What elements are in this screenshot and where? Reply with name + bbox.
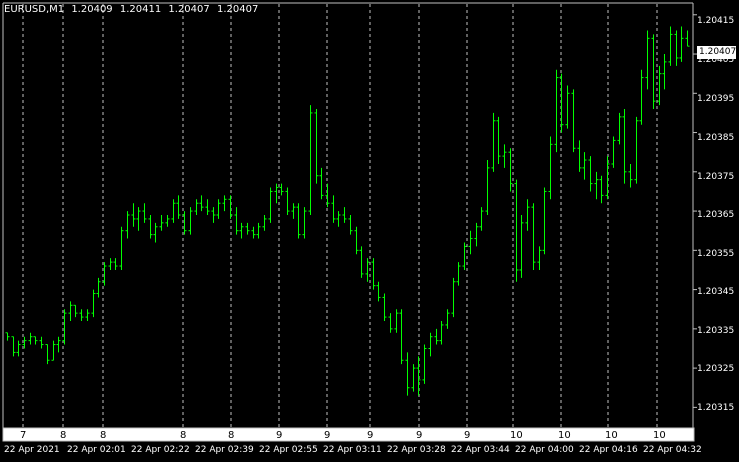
price-tick-label: 1.20355 (697, 249, 735, 259)
price-tick-label: 1.20385 (697, 133, 735, 143)
corner-mark: # (696, 430, 705, 441)
time-tick-label: 22 Apr 03:44 (451, 445, 510, 455)
time-tick-label: 22 Apr 02:01 (67, 445, 126, 455)
time-tick-label: 22 Apr 02:22 (131, 445, 190, 455)
symbol-label: EURUSD,M1 (4, 4, 65, 15)
price-tick-label: 1.20375 (697, 172, 735, 182)
day-tick-label: 7 (20, 430, 27, 441)
price-tick-label: 1.20315 (697, 403, 735, 413)
time-tick-label: 22 Apr 03:11 (323, 445, 382, 455)
time-tick-label: 22 Apr 04:00 (515, 445, 574, 455)
price-tick-label: 1.20405 (697, 55, 735, 65)
time-tick-label: 22 Apr 04:16 (579, 445, 638, 455)
time-tick-label: 22 Apr 02:39 (195, 445, 254, 455)
day-tick-label: 9 (276, 430, 283, 441)
day-tick-label: 9 (464, 430, 471, 441)
day-tick-label: 9 (324, 430, 331, 441)
day-tick-label: 8 (100, 430, 107, 441)
day-tick-label: 8 (228, 430, 235, 441)
day-tick-label: 9 (416, 430, 423, 441)
chart-window[interactable]: EURUSD,M1 1.20409 1.20411 1.20407 1.2040… (0, 0, 739, 462)
price-tick-label: 1.20335 (697, 326, 735, 336)
time-tick-label: 22 Apr 02:55 (259, 445, 318, 455)
close-value: 1.20407 (216, 4, 259, 15)
chart-header: EURUSD,M1 1.20409 1.20411 1.20407 1.2040… (4, 4, 262, 15)
price-tick-label: 1.20395 (697, 94, 735, 104)
day-tick-label: 10 (653, 430, 666, 441)
day-tick-label: 10 (558, 430, 571, 441)
low-value: 1.20407 (168, 4, 210, 15)
time-tick-label: 22 Apr 03:28 (387, 445, 446, 455)
price-tick-label: 1.20365 (697, 210, 735, 220)
day-tick-label: 10 (605, 430, 618, 441)
day-tick-label: 10 (510, 430, 523, 441)
price-tick-label: 1.20325 (697, 364, 735, 374)
day-tick-label: 8 (180, 430, 187, 441)
day-strip (2, 427, 695, 442)
price-chart[interactable] (0, 0, 739, 462)
time-tick-label: 22 Apr 2021 (4, 445, 60, 455)
open-value: 1.20409 (71, 4, 113, 15)
day-tick-label: 8 (60, 430, 67, 441)
time-tick-label: 22 Apr 04:32 (643, 445, 702, 455)
high-value: 1.20411 (119, 4, 162, 15)
price-tick-label: 1.20345 (697, 287, 735, 297)
day-tick-label: 9 (367, 430, 374, 441)
chart-background (0, 0, 739, 462)
price-tick-label: 1.20415 (697, 16, 735, 26)
